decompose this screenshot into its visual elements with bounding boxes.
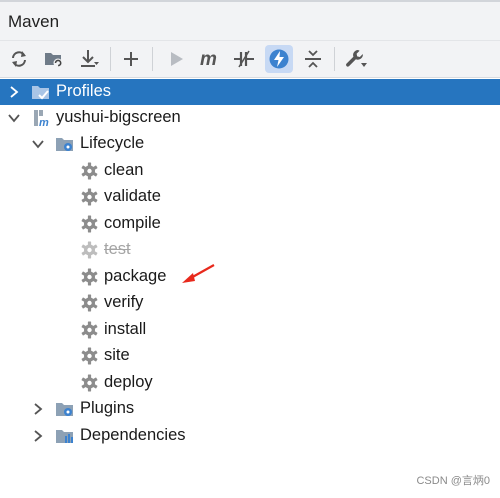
- collapse-icon: [305, 50, 321, 68]
- goal-label: verify: [104, 293, 144, 311]
- lifecycle-goal-validate[interactable]: validate: [0, 184, 500, 210]
- chevron-right-icon[interactable]: [31, 429, 45, 443]
- goal-label: validate: [104, 187, 161, 205]
- gear-icon: [81, 294, 98, 312]
- goal-label: site: [104, 346, 130, 364]
- lifecycle-goal-verify[interactable]: verify: [0, 290, 500, 316]
- lightning-icon: [269, 49, 289, 69]
- goal-label: deploy: [104, 373, 153, 391]
- tree-node-plugins[interactable]: Plugins: [0, 396, 500, 422]
- tree-node-label: Lifecycle: [80, 134, 145, 152]
- lifecycle-goal-deploy[interactable]: deploy: [0, 370, 500, 396]
- chevron-right-icon[interactable]: [7, 85, 21, 99]
- chevron-down-icon[interactable]: [31, 137, 45, 151]
- generate-sources-button[interactable]: [40, 45, 68, 73]
- goal-label: clean: [104, 161, 144, 179]
- refresh-icon: [12, 51, 26, 67]
- maven-toolbar: m: [0, 41, 500, 78]
- run-button[interactable]: [162, 45, 190, 73]
- toolbar-separator: [334, 47, 335, 71]
- gear-icon: [81, 188, 98, 206]
- lifecycle-goal-clean[interactable]: clean: [0, 158, 500, 184]
- svg-text:m: m: [39, 117, 49, 127]
- watermark: CSDN @言炳0: [416, 475, 490, 487]
- tree-node-profiles[interactable]: Profiles: [0, 79, 500, 105]
- chevron-down-icon[interactable]: [7, 111, 21, 125]
- goal-label: install: [104, 320, 147, 338]
- gear-icon: [81, 347, 98, 365]
- gear-icon: [81, 321, 98, 339]
- tree-node-lifecycle[interactable]: Lifecycle: [0, 131, 500, 157]
- execute-goal-button[interactable]: m: [196, 45, 224, 73]
- lifecycle-goal-compile[interactable]: compile: [0, 211, 500, 237]
- offline-icon: [234, 50, 254, 68]
- m-icon: m: [200, 49, 217, 69]
- lifecycle-goal-package[interactable]: package: [0, 264, 500, 290]
- tree-node-label: Profiles: [56, 82, 112, 100]
- gear-icon: [81, 374, 98, 392]
- download-icon: [81, 50, 99, 67]
- lifecycle-folder-icon: [56, 138, 73, 151]
- download-button[interactable]: [75, 45, 103, 73]
- tree-node-label: yushui-bigscreen: [56, 108, 181, 126]
- toolbar-separator: [152, 47, 153, 71]
- tool-window-title: Maven: [8, 12, 60, 31]
- add-project-button[interactable]: [117, 45, 145, 73]
- maven-module-icon: m: [34, 110, 49, 127]
- settings-button[interactable]: [342, 45, 370, 73]
- gear-icon: [81, 241, 98, 259]
- collapse-all-button[interactable]: [299, 45, 327, 73]
- dependencies-folder-icon: [56, 430, 73, 443]
- gear-icon: [81, 215, 98, 233]
- tool-window-header: Maven: [0, 2, 500, 41]
- tree-node-label: Dependencies: [80, 426, 186, 444]
- profiles-folder-icon: [32, 86, 49, 100]
- gear-icon: [81, 162, 98, 180]
- skip-tests-toggle[interactable]: [265, 45, 293, 73]
- folder-refresh-icon: [45, 53, 63, 68]
- reload-button[interactable]: [5, 45, 33, 73]
- goal-label: test: [104, 240, 131, 258]
- chevron-right-icon[interactable]: [31, 402, 45, 416]
- toolbar-separator: [110, 47, 111, 71]
- svg-text:m: m: [200, 49, 217, 69]
- lifecycle-goal-install[interactable]: install: [0, 317, 500, 343]
- tree-node-project[interactable]: m yushui-bigscreen: [0, 105, 500, 131]
- gear-icon: [81, 268, 98, 286]
- tree-node-dependencies[interactable]: Dependencies: [0, 423, 500, 449]
- offline-mode-button[interactable]: [230, 45, 258, 73]
- goal-label: compile: [104, 214, 161, 232]
- run-icon: [171, 52, 183, 66]
- wrench-icon: [346, 50, 367, 67]
- lifecycle-goal-test-skipped[interactable]: test: [0, 237, 500, 263]
- tree-node-label: Plugins: [80, 399, 135, 417]
- plus-icon: [124, 52, 138, 66]
- annotation-arrow-icon: [182, 264, 215, 283]
- plugins-folder-icon: [56, 403, 73, 416]
- lifecycle-goal-site[interactable]: site: [0, 343, 500, 369]
- goal-label: package: [104, 267, 167, 285]
